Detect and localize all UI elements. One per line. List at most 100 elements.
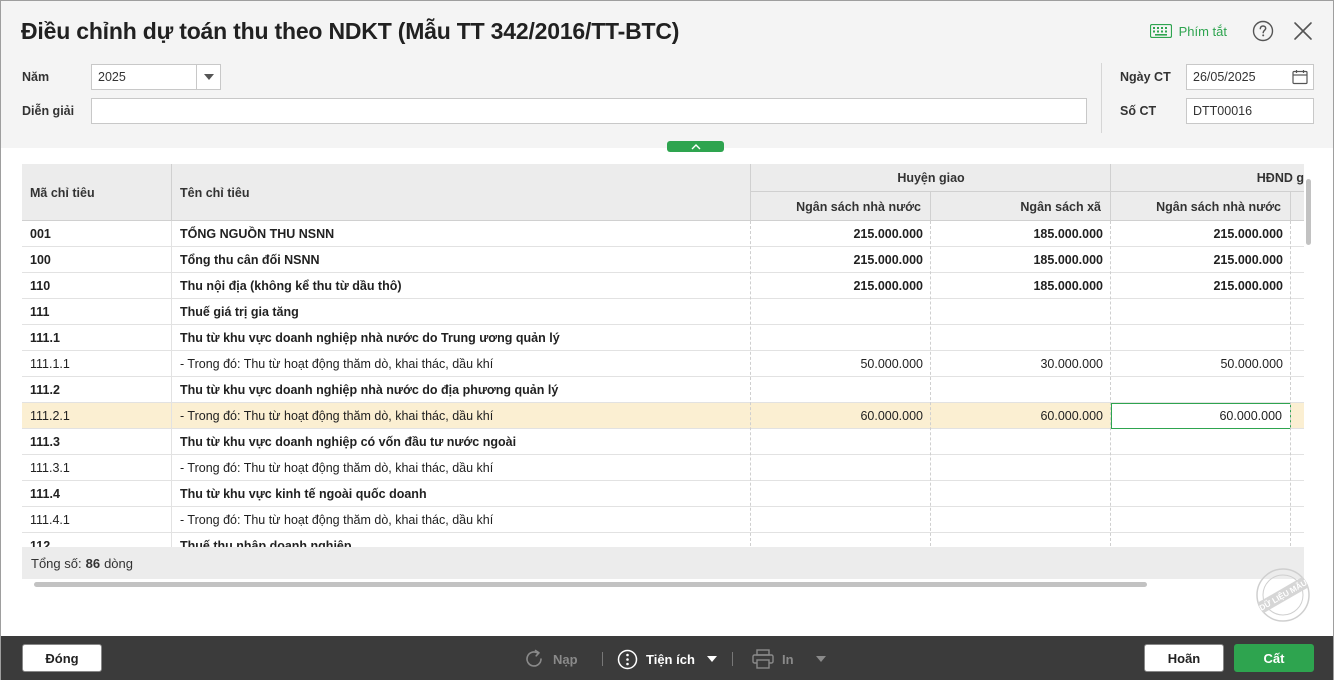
shortcut-label: Phím tắt bbox=[1178, 23, 1227, 39]
cell-commune-budget[interactable] bbox=[931, 377, 1111, 402]
cell-state-budget-1[interactable]: 50.000.000 bbox=[751, 351, 931, 376]
grid-summary-bar: Tổng số: 86 dòng bbox=[22, 547, 1304, 579]
reload-button[interactable]: Nạp bbox=[523, 648, 578, 670]
cell-state-budget-1[interactable] bbox=[751, 455, 931, 480]
year-label: Năm bbox=[22, 70, 50, 84]
cell-state-budget-2[interactable] bbox=[1111, 377, 1291, 402]
doc-date-input[interactable]: 26/05/2025 bbox=[1186, 64, 1314, 90]
cell-state-budget-1[interactable] bbox=[751, 429, 931, 454]
shortcut-button[interactable]: Phím tắt bbox=[1149, 23, 1227, 39]
table-row[interactable]: 111 Thuế giá trị gia tăng bbox=[22, 299, 1304, 325]
cell-commune-budget[interactable]: 185.000.000 bbox=[931, 247, 1111, 272]
dialog-header: Điều chỉnh dự toán thu theo NDKT (Mẫu TT… bbox=[1, 1, 1333, 148]
cell-name: - Trong đó: Thu từ hoạt động thăm dò, kh… bbox=[180, 460, 494, 475]
cell-state-budget-2[interactable] bbox=[1111, 429, 1291, 454]
grid-line bbox=[750, 221, 751, 547]
cell-state-budget-1[interactable]: 215.000.000 bbox=[751, 221, 931, 246]
table-row[interactable]: 111.2 Thu từ khu vực doanh nghiệp nhà nướ… bbox=[22, 377, 1304, 403]
description-input[interactable] bbox=[91, 98, 1087, 124]
table-row[interactable]: 111.3 Thu từ khu vực doanh nghiệp có vốn … bbox=[22, 429, 1304, 455]
cell-state-budget-1[interactable] bbox=[751, 481, 931, 506]
cell-state-budget-1[interactable]: 215.000.000 bbox=[751, 273, 931, 298]
toolbar-separator bbox=[602, 652, 603, 666]
cell-state-budget-2[interactable]: 215.000.000 bbox=[1111, 247, 1291, 272]
print-menu-button[interactable]: In bbox=[752, 648, 826, 670]
cell-code: 111.2.1 bbox=[30, 408, 70, 423]
table-row[interactable]: 111.3.1 - Trong đó: Thu từ hoạt động thăm… bbox=[22, 455, 1304, 481]
utilities-menu-button[interactable]: Tiện ích bbox=[617, 648, 717, 670]
close-dialog-button[interactable] bbox=[1291, 19, 1315, 43]
table-row[interactable]: 100 Tổng thu cân đối NSNN 215.000.000 185.0… bbox=[22, 247, 1304, 273]
total-label: Tổng số: bbox=[31, 555, 82, 571]
cell-state-budget-1[interactable] bbox=[751, 507, 931, 532]
table-row[interactable]: 112 Thuế thu nhập doanh nghiệp bbox=[22, 533, 1304, 548]
table-row[interactable]: 111.4 Thu từ khu vực kinh tế ngoài quốc d… bbox=[22, 481, 1304, 507]
col-header-state-budget-2[interactable]: Ngân sách nhà nước bbox=[1111, 192, 1291, 221]
refresh-icon bbox=[526, 649, 542, 667]
cell-code: 111 bbox=[30, 304, 50, 319]
cell-commune-budget[interactable] bbox=[931, 429, 1111, 454]
cell-state-budget-2[interactable] bbox=[1111, 481, 1291, 506]
header-divider bbox=[930, 192, 931, 221]
help-icon bbox=[1252, 20, 1274, 42]
save-button[interactable]: Cất bbox=[1234, 644, 1314, 672]
cell-state-budget-2[interactable]: 215.000.000 bbox=[1111, 221, 1291, 246]
vertical-scrollbar[interactable] bbox=[1306, 179, 1311, 245]
reload-label: Nạp bbox=[553, 651, 578, 667]
cell-commune-budget[interactable] bbox=[931, 455, 1111, 480]
table-row[interactable]: 001 TỔNG NGUỒN THU NSNN 215.000.000 185.000… bbox=[22, 221, 1304, 247]
close-button[interactable]: Đóng bbox=[22, 644, 102, 672]
cell-state-budget-1[interactable] bbox=[751, 533, 931, 547]
cell-commune-budget[interactable]: 30.000.000 bbox=[931, 351, 1111, 376]
cell-commune-budget[interactable] bbox=[931, 299, 1111, 324]
cell-state-budget-2[interactable] bbox=[1111, 299, 1291, 324]
cell-commune-budget[interactable] bbox=[931, 533, 1111, 547]
cell-commune-budget[interactable] bbox=[931, 481, 1111, 506]
cell-commune-budget[interactable]: 185.000.000 bbox=[931, 221, 1111, 246]
cell-commune-budget[interactable]: 60.000.000 bbox=[931, 403, 1111, 428]
calendar-icon[interactable] bbox=[1292, 69, 1308, 88]
cell-state-budget-1[interactable] bbox=[751, 299, 931, 324]
cell-state-budget-2[interactable]: 215.000.000 bbox=[1111, 273, 1291, 298]
utilities-label: Tiện ích bbox=[646, 651, 695, 667]
cell-state-budget-2[interactable] bbox=[1111, 533, 1291, 547]
col-header-state-budget-1[interactable]: Ngân sách nhà nước bbox=[751, 192, 931, 221]
header-divider bbox=[750, 164, 751, 221]
doc-no-input[interactable]: DTT00016 bbox=[1186, 98, 1314, 124]
table-row[interactable]: 111.1.1 - Trong đó: Thu từ hoạt động thăm… bbox=[22, 351, 1304, 377]
table-row[interactable]: 110 Thu nội địa (không kể thu từ dầu thô)… bbox=[22, 273, 1304, 299]
sample-data-stamp: DỮ LIỆU MẪU bbox=[1255, 567, 1311, 623]
help-button[interactable] bbox=[1251, 19, 1275, 43]
col-header-commune-budget[interactable]: Ngân sách xã bbox=[931, 192, 1111, 221]
collapse-header-button[interactable] bbox=[667, 141, 724, 152]
cell-name: Thuế thu nhập doanh nghiệp bbox=[180, 538, 352, 548]
dropdown-arrow-button[interactable] bbox=[196, 65, 220, 89]
table-row[interactable]: 111.1 Thu từ khu vực doanh nghiệp nhà nướ… bbox=[22, 325, 1304, 351]
cell-state-budget-2[interactable]: 50.000.000 bbox=[1111, 351, 1291, 376]
col-header-code[interactable]: Mã chỉ tiêu bbox=[30, 164, 95, 221]
cell-commune-budget[interactable] bbox=[931, 325, 1111, 350]
cell-state-budget-1[interactable] bbox=[751, 325, 931, 350]
cell-state-budget-2[interactable] bbox=[1111, 455, 1291, 480]
col-header-name[interactable]: Tên chỉ tiêu bbox=[180, 164, 249, 221]
grid-line bbox=[930, 221, 931, 547]
cell-state-budget-1[interactable]: 60.000.000 bbox=[751, 403, 931, 428]
cell-commune-budget[interactable]: 185.000.000 bbox=[931, 273, 1111, 298]
cell-state-budget-2[interactable] bbox=[1111, 325, 1291, 350]
cell-state-budget-1[interactable] bbox=[751, 377, 931, 402]
more-icon bbox=[617, 649, 638, 669]
year-select[interactable]: 2025 bbox=[91, 64, 221, 90]
cell-code: 110 bbox=[30, 278, 51, 293]
total-unit: dòng bbox=[104, 555, 133, 571]
cancel-button[interactable]: Hoãn bbox=[1144, 644, 1224, 672]
cell-state-budget-1[interactable]: 215.000.000 bbox=[751, 247, 931, 272]
cell-code: 001 bbox=[30, 226, 51, 241]
cell-commune-budget[interactable] bbox=[931, 507, 1111, 532]
horizontal-scrollbar[interactable] bbox=[34, 582, 1147, 587]
toolbar-separator bbox=[732, 652, 733, 666]
cell-name: - Trong đó: Thu từ hoạt động thăm dò, kh… bbox=[180, 408, 494, 423]
table-row[interactable]: 111.4.1 - Trong đó: Thu từ hoạt động thăm… bbox=[22, 507, 1304, 533]
table-row[interactable]: 111.2.1 - Trong đó: Thu từ hoạt động thăm… bbox=[22, 403, 1304, 429]
cell-state-budget-2[interactable] bbox=[1111, 507, 1291, 532]
cell-editor-input[interactable]: 60.000.000 bbox=[1111, 403, 1291, 429]
